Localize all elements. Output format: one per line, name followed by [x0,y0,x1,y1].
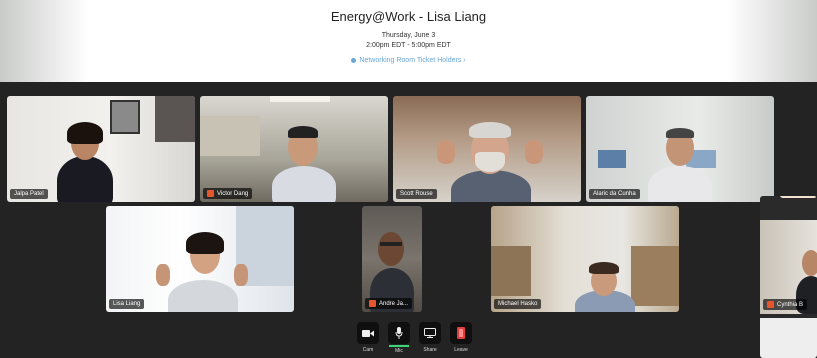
cam-button[interactable]: Cam [357,322,379,354]
participant-name-tag: Michael Hasko [494,299,542,309]
microphone-icon [388,322,410,344]
participant-name-tag: Andre Ja... [365,298,413,309]
video-tile[interactable]: Scott Rouse [393,96,581,202]
video-tile[interactable]: Victor Dang [200,96,388,202]
camera-icon [357,322,379,344]
leave-label: Leave [454,347,468,353]
link-dot-icon [351,57,357,63]
cam-label: Cam [362,347,374,353]
video-tile[interactable]: Michael Hasko [491,206,679,312]
muted-icon [207,190,214,197]
share-button[interactable]: Share [419,322,441,354]
networking-room-link-label: Networking Room Ticket Holders › [359,57,466,64]
video-tile[interactable]: Cynthia B [760,196,817,358]
mic-label: Mic [395,348,403,354]
participant-name-tag: Victor Dang [203,188,253,199]
muted-icon [369,300,376,307]
participant-name-tag: Scott Rouse [396,189,437,199]
video-tile[interactable]: Andre Ja... [362,206,422,312]
event-header: Energy@Work - Lisa Liang Thursday, June … [0,0,817,82]
share-label: Share [423,347,437,353]
networking-room-link[interactable]: Networking Room Ticket Holders › [0,57,817,64]
video-tile[interactable]: Jalpa Patel [7,96,195,202]
event-date: Thursday, June 3 [381,32,436,39]
participant-name-tag: Lisa Liang [109,299,145,309]
video-tile[interactable]: Lisa Liang [106,206,294,312]
participant-name-tag: Jalpa Patel [10,189,48,199]
mic-active-indicator [389,345,409,347]
share-screen-icon [419,322,441,344]
leave-icon [450,322,472,344]
mic-button[interactable]: Mic [388,322,410,354]
muted-icon [767,301,774,308]
event-title: Energy@Work - Lisa Liang [330,9,487,24]
participant-name-tag: Alaric da Cunha [589,189,640,199]
leave-button[interactable]: Leave [450,322,472,354]
video-tile[interactable]: Alaric da Cunha [586,96,774,202]
participant-name-tag: Cynthia B [763,299,808,310]
meeting-controls: Cam Mic Share Leave [357,322,472,354]
event-time: 2:00pm EDT - 5:00pm EDT [366,42,451,49]
